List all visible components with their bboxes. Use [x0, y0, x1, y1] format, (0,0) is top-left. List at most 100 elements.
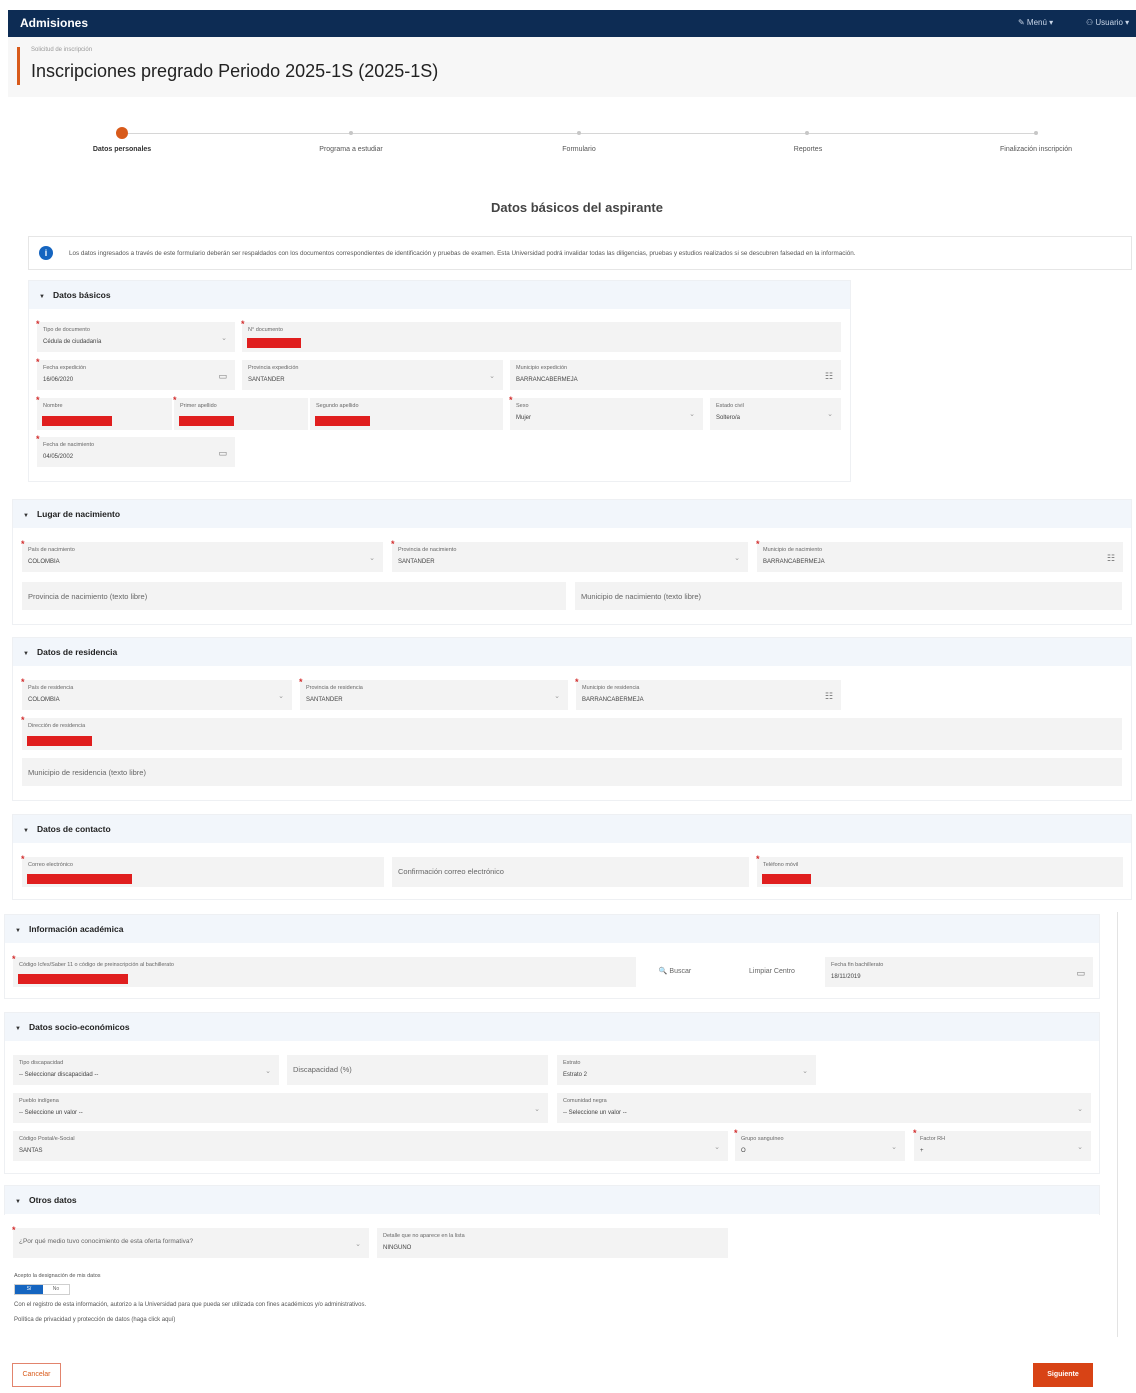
step-label-finalizacion[interactable]: Finalización inscripción — [1000, 146, 1072, 153]
panel-header-otros[interactable]: ▼ Otros datos — [5, 1186, 1099, 1214]
telefono-input[interactable]: * Teléfono móvil — [756, 854, 1123, 887]
field-label: Municipio de residencia — [582, 685, 640, 691]
chevron-down-icon: ⌄ — [221, 335, 227, 342]
provincia-residencia-select[interactable]: * Provincia de residencia SANTANDER ⌄ — [299, 677, 568, 710]
tipo-discapacidad-select[interactable]: Tipo discapacidad -- Seleccionar discapa… — [13, 1055, 279, 1085]
designacion-toggle[interactable]: Sí No — [14, 1284, 70, 1295]
field-label: Segundo apellido — [316, 403, 359, 409]
redacted-value — [247, 338, 301, 348]
provincia-expedicion-select[interactable]: Provincia expedición SANTANDER ⌄ — [242, 360, 503, 390]
user-menu[interactable]: ⚇ Usuario ▾ — [1086, 18, 1129, 27]
list-search-icon[interactable]: ☷ — [825, 691, 833, 702]
step-label-reportes[interactable]: Reportes — [794, 146, 822, 153]
panel-header-academica[interactable]: ▼ Información académica — [5, 915, 1099, 943]
app-brand[interactable]: Admisiones — [20, 16, 88, 30]
required-marker: * — [21, 715, 25, 725]
field-label: Teléfono móvil — [763, 862, 799, 868]
field-label: Fecha de nacimiento — [43, 442, 95, 448]
field-label: Estado civil — [716, 403, 744, 409]
field-label: Código Postal/e-Social — [19, 1136, 75, 1142]
field-value: + — [920, 1148, 924, 1154]
calendar-icon[interactable]: ▭ — [218, 448, 227, 459]
codigo-postal-select[interactable]: Código Postal/e-Social SANTAS ⌄ — [13, 1131, 728, 1161]
grupo-sanguineo-select[interactable]: * Grupo sanguíneo O ⌄ — [734, 1128, 905, 1161]
nombre-input[interactable]: * Nombre — [36, 395, 172, 430]
fecha-bachillerato-input[interactable]: Fecha fin bachillerato 18/11/2019 ▭ — [825, 957, 1093, 987]
confirmacion-correo-input[interactable]: Confirmación correo electrónico — [392, 857, 749, 887]
estrato-select[interactable]: Estrato Estrato 2 ⌄ — [557, 1055, 816, 1085]
required-marker: * — [21, 677, 25, 687]
panel-header-residencia[interactable]: ▼ Datos de residencia — [13, 638, 1131, 666]
limpiar-centro-button[interactable]: Limpiar Centro — [736, 960, 808, 984]
breadcrumb[interactable]: Solicitud de inscripción — [31, 47, 92, 53]
buscar-button[interactable]: 🔍 Buscar — [647, 960, 703, 984]
factor-rh-select[interactable]: * Factor RH + ⌄ — [913, 1128, 1091, 1161]
toggle-option-si[interactable]: Sí — [15, 1285, 43, 1294]
field-value: SANTANDER — [398, 559, 435, 565]
calendar-icon[interactable]: ▭ — [218, 371, 227, 382]
cancel-button[interactable]: Cancelar — [12, 1363, 61, 1387]
field-value: 04/05/2002 — [43, 454, 74, 460]
field-value: Soltero/a — [716, 415, 741, 421]
codigo-icfes-input[interactable]: * Código Icfes/Saber 11 o código de prei… — [12, 954, 636, 987]
help-menu[interactable]: ✎ Menú ▾ — [1018, 18, 1053, 27]
correo-input[interactable]: * Correo electrónico — [21, 854, 384, 887]
panel-title-datos-basicos: Datos básicos — [52, 290, 111, 300]
redacted-value — [27, 874, 132, 884]
discapacidad-porcentaje-input[interactable]: Discapacidad (%) — [287, 1055, 548, 1085]
numero-documento-input[interactable]: * N° documento — [241, 319, 841, 352]
municipio-residencia-select[interactable]: * Municipio de residencia BARRANCABERMEJ… — [575, 677, 841, 710]
step-label-formulario[interactable]: Formulario — [562, 146, 595, 153]
field-value: Estrato 2 — [563, 1072, 588, 1078]
chevron-down-icon: ⌄ — [355, 1241, 361, 1248]
field-placeholder: Discapacidad (%) — [293, 1065, 352, 1074]
pais-residencia-select[interactable]: * País de residencia COLOMBIA ⌄ — [21, 677, 292, 710]
municipio-residencia-libre-input[interactable]: Municipio de residencia (texto libre) — [22, 758, 1122, 786]
redacted-value — [27, 736, 92, 746]
toggle-option-no[interactable]: No — [43, 1285, 69, 1294]
municipio-nacimiento-libre-input[interactable]: Municipio de nacimiento (texto libre) — [575, 582, 1122, 610]
chevron-down-icon: ⌄ — [534, 1106, 540, 1113]
provincia-nacimiento-libre-input[interactable]: Provincia de nacimiento (texto libre) — [22, 582, 566, 610]
list-search-icon[interactable]: ☷ — [1107, 553, 1115, 564]
fecha-expedicion-input[interactable]: * Fecha expedición 16/06/2020 ▭ — [36, 357, 235, 390]
municipio-nacimiento-select[interactable]: * Municipio de nacimiento BARRANCABERMEJ… — [756, 539, 1123, 572]
municipio-expedicion-select[interactable]: Municipio expedición BARRANCABERMEJA ☷ — [510, 360, 841, 390]
field-value: O — [741, 1148, 746, 1154]
detalle-medio-input[interactable]: Detalle que no aparece en la lista NINGU… — [377, 1228, 728, 1258]
medio-conocimiento-select[interactable]: * ¿Por qué medio tuvo conocimiento de es… — [12, 1225, 369, 1258]
panel-header-datos-basicos[interactable]: ▼ Datos básicos — [29, 281, 850, 309]
privacy-link[interactable]: Política de privacidad y protección de d… — [14, 1317, 175, 1323]
fecha-nacimiento-input[interactable]: * Fecha de nacimiento 04/05/2002 ▭ — [36, 434, 235, 467]
estado-civil-select[interactable]: Estado civil Soltero/a ⌄ — [710, 398, 841, 430]
required-marker: * — [756, 539, 760, 549]
chevron-down-icon: ⌄ — [802, 1068, 808, 1075]
field-label: Municipio de nacimiento — [763, 547, 823, 553]
next-button[interactable]: Siguiente — [1033, 1363, 1093, 1387]
panel-header-lugar-nacimiento[interactable]: ▼ Lugar de nacimiento — [13, 500, 1131, 528]
step-label-datos-personales[interactable]: Datos personales — [93, 146, 151, 153]
provincia-nacimiento-select[interactable]: * Provincia de nacimiento SANTANDER ⌄ — [391, 539, 748, 572]
step-dot-programa — [349, 131, 353, 135]
step-label-programa[interactable]: Programa a estudiar — [319, 146, 382, 153]
panel-otros: ▼ Otros datos — [4, 1185, 1100, 1215]
pais-nacimiento-select[interactable]: * País de nacimiento COLOMBIA ⌄ — [21, 539, 383, 572]
panel-header-socioeconomicos[interactable]: ▼ Datos socio-económicos — [5, 1013, 1099, 1041]
segundo-apellido-input[interactable]: Segundo apellido — [310, 398, 503, 430]
pueblo-indigena-select[interactable]: Pueblo indígena -- Seleccione un valor -… — [13, 1093, 548, 1123]
list-search-icon[interactable]: ☷ — [825, 371, 833, 382]
primer-apellido-input[interactable]: * Primer apellido — [173, 395, 308, 430]
step-dot-datos-personales — [116, 127, 128, 139]
direccion-residencia-input[interactable]: * Dirección de residencia — [21, 715, 1122, 750]
required-marker: * — [36, 434, 40, 444]
field-label: Tipo de documento — [43, 327, 90, 333]
sexo-select[interactable]: * Sexo Mujer ⌄ — [509, 395, 703, 430]
calendar-icon[interactable]: ▭ — [1076, 968, 1085, 979]
comunidad-negra-select[interactable]: Comunidad negra -- Seleccione un valor -… — [557, 1093, 1091, 1123]
panel-header-contacto[interactable]: ▼ Datos de contacto — [13, 815, 1131, 843]
field-value: NINGUNO — [383, 1245, 412, 1251]
tipo-documento-select[interactable]: * Tipo de documento Cédula de ciudadanía… — [36, 319, 235, 352]
chevron-down-icon: ⌄ — [689, 411, 695, 418]
field-value: SANTANDER — [248, 377, 285, 383]
required-marker: * — [36, 357, 40, 367]
